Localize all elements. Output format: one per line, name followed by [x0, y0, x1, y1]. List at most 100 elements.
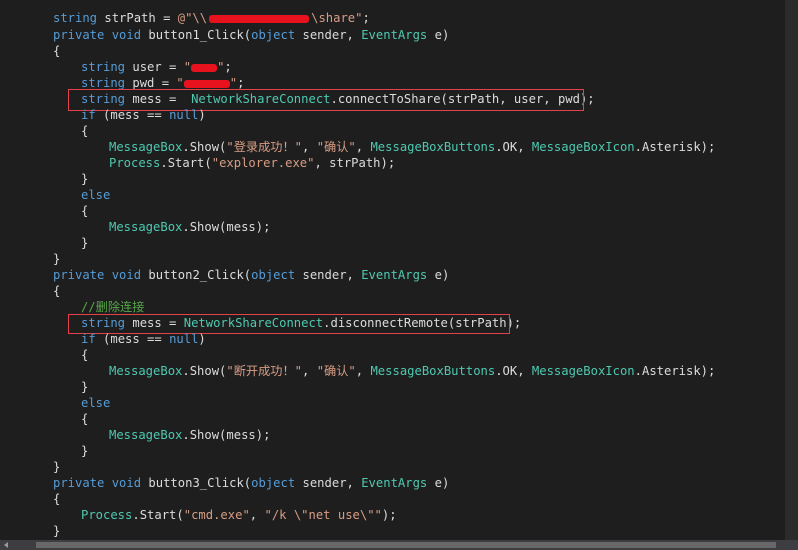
- keyword: void: [111, 476, 142, 490]
- keyword: if: [81, 332, 96, 346]
- code-text: ): [198, 108, 206, 122]
- string-literal: "断开成功！": [226, 364, 303, 378]
- type-name: MessageBox: [109, 428, 183, 442]
- keyword: object: [251, 476, 296, 490]
- code-line: }: [81, 380, 89, 394]
- code-line: //删除连接: [81, 299, 144, 315]
- code-line: }: [53, 524, 61, 538]
- string-literal: ": [176, 76, 184, 90]
- code-text: (mess ==: [95, 108, 170, 122]
- redaction-mark: [191, 63, 218, 72]
- code-text: pwd =: [125, 76, 177, 90]
- code-text: button1_Click(: [141, 28, 252, 42]
- code-text: .Asterisk);: [634, 140, 716, 154]
- code-text: .Asterisk);: [634, 364, 716, 378]
- code-line: {: [53, 492, 61, 506]
- code-text: sender,: [295, 28, 362, 42]
- string-literal: "确认": [316, 364, 356, 378]
- code-text: sender,: [295, 268, 362, 282]
- type-name: MessageBox: [109, 364, 183, 378]
- code-line: private void button2_Click(object sender…: [53, 267, 449, 283]
- code-line: Process.Start("cmd.exe", "/k \"net use\"…: [81, 507, 397, 523]
- code-line: if (mess == null): [81, 107, 206, 123]
- code-line: private void button3_Click(object sender…: [53, 475, 449, 491]
- string-literal: "登录成功！": [226, 140, 303, 154]
- code-line: private void button1_Click(object sender…: [53, 27, 449, 43]
- code-text: .OK,: [495, 140, 532, 154]
- code-text: );: [381, 508, 397, 522]
- code-text: ,: [355, 364, 371, 378]
- type-name: Process: [109, 156, 161, 170]
- code-text: .Start(: [160, 156, 212, 170]
- code-text: user =: [125, 60, 184, 74]
- code-text: ,: [302, 364, 317, 378]
- keyword: if: [81, 108, 96, 122]
- string-literal: "cmd.exe": [183, 508, 250, 522]
- horizontal-scrollbar[interactable]: [0, 540, 798, 550]
- code-line: MessageBox.Show(mess);: [109, 219, 270, 235]
- keyword: void: [111, 268, 142, 282]
- code-text: .OK,: [495, 364, 532, 378]
- keyword: null: [169, 108, 199, 122]
- string-literal: "explorer.exe": [211, 156, 315, 170]
- code-text: button3_Click(: [141, 476, 252, 490]
- code-text: sender,: [295, 476, 362, 490]
- keyword: string: [81, 60, 126, 74]
- code-text: .Show(: [182, 140, 227, 154]
- code-text: e): [427, 476, 450, 490]
- code-line: else: [81, 187, 110, 203]
- keyword: private: [53, 268, 105, 282]
- code-line: {: [53, 284, 61, 298]
- code-editor[interactable]: string strPath = @"\\ \share"; private vo…: [0, 0, 785, 540]
- keyword: else: [81, 396, 111, 410]
- type-name: MessageBoxButtons: [370, 364, 496, 378]
- code-line: }: [81, 172, 89, 186]
- code-line: {: [81, 348, 89, 362]
- keyword: object: [251, 28, 296, 42]
- scrollbar-thumb[interactable]: [36, 542, 776, 548]
- code-text: button2_Click(: [141, 268, 252, 282]
- code-line: }: [81, 444, 89, 458]
- code-text: ,: [249, 508, 265, 522]
- code-line: Process.Start("explorer.exe", strPath);: [109, 155, 395, 171]
- code-line: else: [81, 395, 110, 411]
- code-line: {: [81, 412, 89, 426]
- code-comment: //删除连接: [81, 300, 145, 314]
- code-line: string user = " ";: [81, 59, 232, 75]
- code-line: }: [81, 236, 89, 250]
- keyword: else: [81, 188, 111, 202]
- code-text: e): [427, 28, 450, 42]
- type-name: MessageBoxIcon: [531, 364, 635, 378]
- type-name: EventArgs: [361, 476, 428, 490]
- code-text: , strPath);: [314, 156, 396, 170]
- type-name: EventArgs: [361, 268, 428, 282]
- code-line: {: [81, 124, 89, 138]
- string-literal: "确认": [316, 140, 356, 154]
- type-name: EventArgs: [361, 28, 428, 42]
- type-name: MessageBoxButtons: [370, 140, 496, 154]
- keyword: private: [53, 476, 105, 490]
- keyword: object: [251, 268, 296, 282]
- vertical-scrollbar[interactable]: [785, 0, 798, 540]
- keyword: string: [81, 76, 126, 90]
- code-text: (mess ==: [95, 332, 170, 346]
- code-text: ,: [355, 140, 371, 154]
- code-line: {: [53, 44, 61, 58]
- redaction-mark: [183, 79, 230, 88]
- string-literal: @"\\: [177, 11, 208, 25]
- code-text: .Show(mess);: [182, 428, 271, 442]
- code-line: string strPath = @"\\ \share";: [53, 10, 370, 26]
- keyword: null: [169, 332, 199, 346]
- code-line: MessageBox.Show("登录成功！", "确认", MessageBo…: [109, 139, 715, 155]
- scroll-left-arrow-icon[interactable]: [4, 542, 8, 548]
- code-text: ,: [302, 140, 317, 154]
- code-text: ;: [362, 11, 370, 25]
- code-line: }: [53, 252, 61, 266]
- code-text: ;: [224, 60, 232, 74]
- redaction-mark: [209, 14, 310, 23]
- code-text: .Start(: [132, 508, 184, 522]
- code-line: MessageBox.Show(mess);: [109, 427, 270, 443]
- code-text: .Show(: [182, 364, 227, 378]
- string-literal: \share": [311, 11, 363, 25]
- string-literal: "/k \"net use\"": [264, 508, 382, 522]
